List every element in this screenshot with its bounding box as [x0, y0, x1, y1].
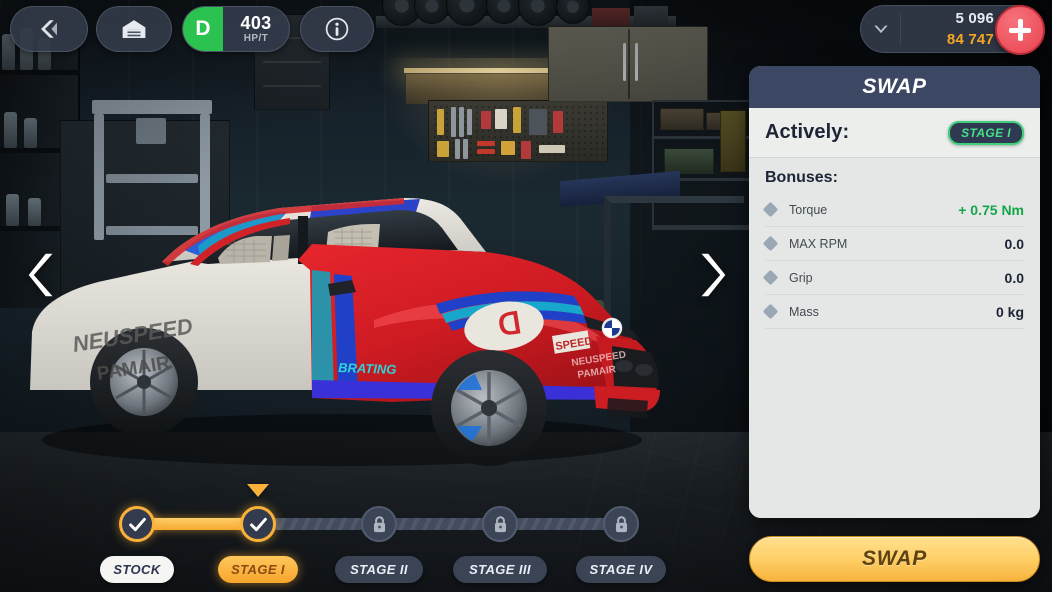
bonus-list: Torque + 0.75 Nm MAX RPM 0.0 Grip 0.0 Mass 0 kg: [762, 193, 1024, 329]
performance-unit: HP/T: [243, 32, 269, 44]
performance-badge[interactable]: D 403 HP/T: [182, 6, 290, 52]
chevron-left-icon: [28, 253, 53, 297]
swap-button[interactable]: SWAP: [749, 536, 1040, 582]
stage-pill-1[interactable]: STOCK: [100, 556, 174, 583]
bonus-name: Mass: [789, 304, 819, 319]
current-stage-marker: [247, 484, 269, 497]
stage-pill-5[interactable]: STAGE IV: [576, 556, 666, 583]
bonus-name: Grip: [789, 270, 813, 285]
performance-grade: D: [183, 7, 223, 51]
lock-icon: [373, 515, 385, 532]
garage-icon: [122, 20, 146, 38]
stage-pill-3[interactable]: STAGE II: [335, 556, 423, 583]
car-model-bmw-m3: ᗡ SPEED NEUSPEED PAMAIR BRATING NEUSPEED…: [12, 140, 712, 470]
info-circle-icon: [325, 17, 349, 41]
front-wheel: [431, 350, 547, 466]
wallet[interactable]: 5 096 84 747: [860, 5, 1045, 55]
bonus-row: Torque + 0.75 Nm: [762, 193, 1024, 227]
chevron-right-icon: [701, 253, 726, 297]
bonus-value: + 0.75 Nm: [958, 201, 1024, 218]
swap-button-label: SWAP: [861, 547, 928, 570]
tuning-stage-track: STOCK STAGE I STAGE II STAGE III STAGE IV: [0, 470, 740, 592]
bonus-name: MAX RPM: [789, 236, 848, 251]
previous-car-button[interactable]: [22, 245, 66, 305]
actively-row: Actively: STAGE I: [749, 108, 1040, 158]
stage-node-5[interactable]: [603, 506, 639, 542]
bonus-name: Torque: [789, 202, 828, 217]
actively-label: Actively:: [765, 121, 850, 143]
wallet-expand-button[interactable]: [861, 14, 901, 44]
stage-node-4[interactable]: [482, 506, 518, 542]
next-car-button[interactable]: [688, 245, 732, 305]
bonus-value: 0.0: [1004, 235, 1024, 252]
lock-icon: [615, 515, 627, 532]
bonus-diamond-icon: [762, 235, 779, 252]
active-stage-badge: STAGE I: [948, 120, 1024, 145]
lock-icon: [494, 515, 506, 532]
bonus-diamond-icon: [762, 303, 779, 320]
svg-text:BRATING: BRATING: [338, 360, 397, 377]
check-icon: [128, 517, 146, 531]
stage-node-2[interactable]: [240, 506, 276, 542]
chevron-down-icon: [873, 25, 888, 34]
stage-node-1[interactable]: [119, 506, 155, 542]
bonuses-title: Bonuses:: [765, 169, 838, 186]
garage-button[interactable]: [96, 6, 172, 52]
bonus-value: 0.0: [1004, 269, 1024, 286]
bonuses-section: Bonuses: Torque + 0.75 Nm MAX RPM 0.0 Grip 0.…: [749, 158, 1040, 518]
bonus-row: MAX RPM 0.0: [762, 227, 1024, 261]
back-button[interactable]: [10, 6, 88, 52]
swap-panel: SWAP Actively: STAGE I Bonuses: Torque + …: [749, 66, 1040, 518]
top-bar: D 403 HP/T 5 096 84 747: [0, 0, 1052, 58]
stage-pill-2[interactable]: STAGE I: [218, 556, 298, 583]
info-button[interactable]: [300, 6, 374, 52]
bonus-diamond-icon: [762, 269, 779, 286]
bonus-row: Mass 0 kg: [762, 295, 1024, 329]
swap-panel-title: SWAP: [862, 75, 927, 98]
gold-amount: 84 747: [946, 31, 994, 48]
bonus-diamond-icon: [762, 201, 779, 218]
chevron-left-icon: [41, 20, 57, 38]
stage-node-3[interactable]: [361, 506, 397, 542]
check-icon: [249, 517, 267, 531]
add-currency-button[interactable]: [995, 5, 1045, 55]
silver-amount: 5 096: [955, 10, 994, 27]
bonus-value: 0 kg: [995, 303, 1024, 320]
stage-pill-4[interactable]: STAGE III: [453, 556, 547, 583]
bonus-row: Grip 0.0: [762, 261, 1024, 295]
game-screen: ᗡ SPEED NEUSPEED PAMAIR BRATING NEUSPEED…: [0, 0, 1052, 592]
performance-value: 403: [240, 12, 272, 33]
swap-panel-header: SWAP: [749, 66, 1040, 108]
